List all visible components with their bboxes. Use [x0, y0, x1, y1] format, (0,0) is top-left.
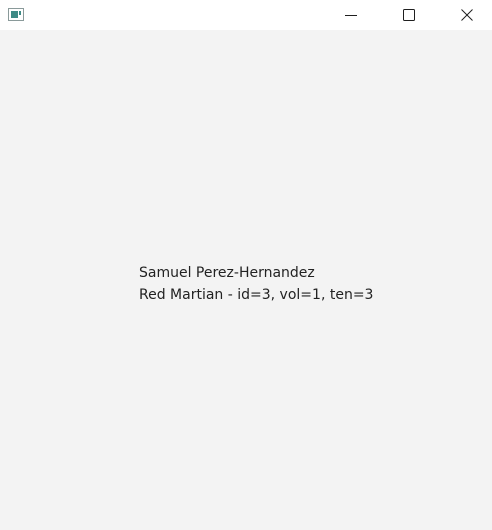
app-icon[interactable]: [8, 8, 24, 21]
main-content: Samuel Perez-Hernandez Red Martian - id=…: [0, 30, 492, 530]
minimize-icon: [345, 15, 357, 16]
app-window: Samuel Perez-Hernandez Red Martian - id=…: [0, 0, 492, 530]
minimize-button[interactable]: [328, 0, 374, 30]
close-icon: [461, 9, 473, 21]
app-icon-pane-small: [19, 11, 21, 15]
person-name-label: Samuel Perez-Hernandez: [139, 265, 315, 281]
maximize-button[interactable]: [386, 0, 432, 30]
title-bar[interactable]: [0, 0, 492, 30]
details-label: Red Martian - id=3, vol=1, ten=3: [139, 287, 374, 303]
maximize-icon: [403, 9, 415, 21]
app-icon-pane: [11, 11, 18, 18]
close-button[interactable]: [444, 0, 490, 30]
